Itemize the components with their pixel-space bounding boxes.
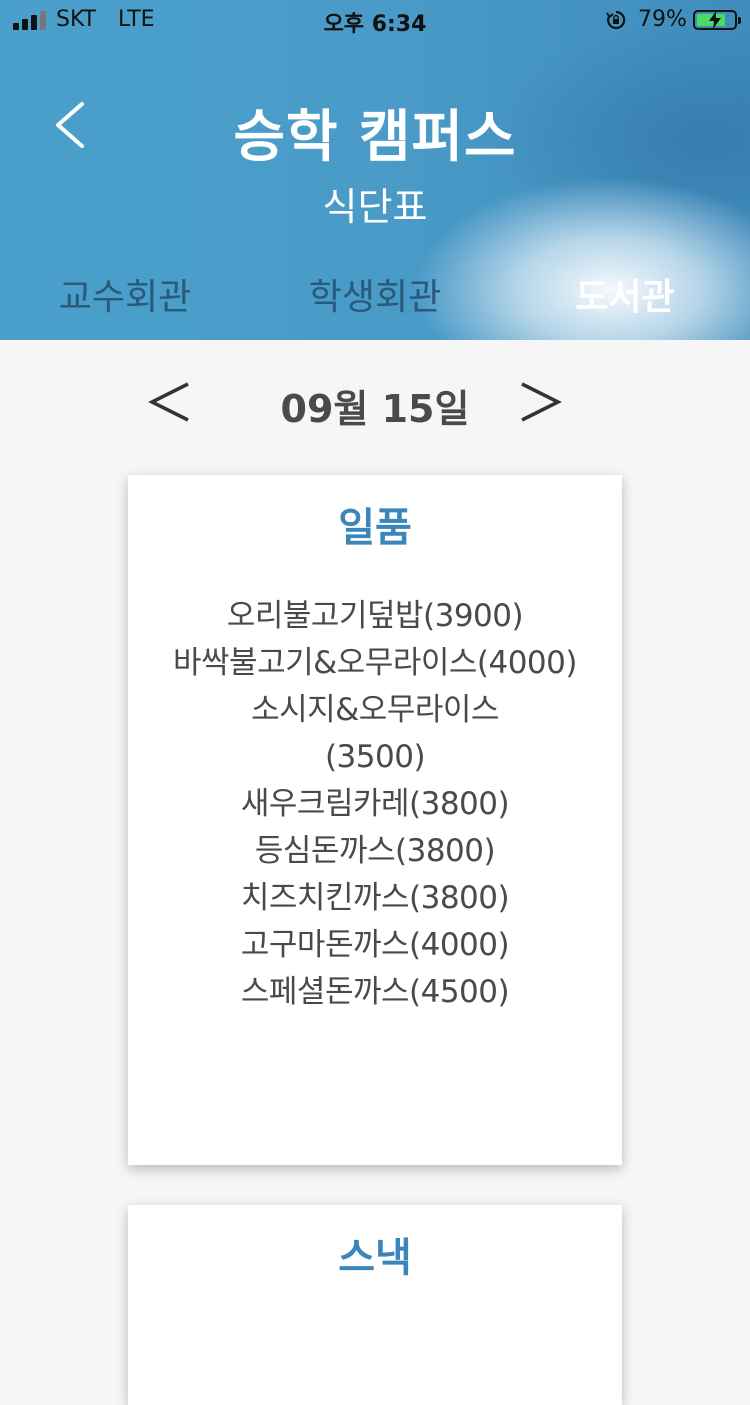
menu-item: 치즈치킨까스(3800)	[240, 880, 510, 916]
orientation-lock-icon	[606, 10, 626, 30]
app-title: 승학 캠퍼스	[233, 105, 517, 170]
tab-student-hall[interactable]: 학생회관	[250, 268, 500, 320]
header: SKT LTE 오후 6:34 79% 승학 캠퍼스 식단표 교수회관 학생회관…	[0, 0, 750, 340]
battery-percent: 79%	[638, 7, 687, 32]
date-navigation: 09월 15일	[0, 340, 750, 460]
menu-list: 오리불고기덮밥(3900) 바싹불고기&오무라이스(4000) 소시지&오무라이…	[128, 593, 622, 1016]
menu-item: 바싹불고기&오무라이스(4000)	[173, 645, 577, 681]
menu-card-snack: 스낵	[128, 1205, 622, 1405]
current-date: 09월 15일	[280, 387, 470, 431]
menu-item: 고구마돈까스(4000)	[240, 927, 510, 963]
tab-library[interactable]: 도서관	[500, 268, 750, 320]
battery-charging-icon	[693, 10, 741, 30]
menu-item: 소시지&오무라이스 (3500)	[251, 692, 499, 775]
menu-item: 등심돈까스(3800)	[254, 833, 496, 869]
next-day-chevron-right-icon[interactable]	[518, 378, 562, 426]
app-subtitle: 식단표	[322, 185, 428, 229]
card-title: 일품	[338, 505, 412, 551]
menu-item: 스페셜돈까스(4500)	[240, 974, 510, 1010]
menu-item: 새우크림카레(3800)	[240, 786, 510, 822]
status-bar: SKT LTE 오후 6:34 79%	[0, 0, 750, 40]
card-title: 스낵	[338, 1235, 412, 1281]
menu-item: 오리불고기덮밥(3900)	[226, 598, 524, 634]
tab-faculty-hall[interactable]: 교수회관	[0, 268, 250, 320]
menu-card-ilpum: 일품 오리불고기덮밥(3900) 바싹불고기&오무라이스(4000) 소시지&오…	[128, 475, 622, 1165]
